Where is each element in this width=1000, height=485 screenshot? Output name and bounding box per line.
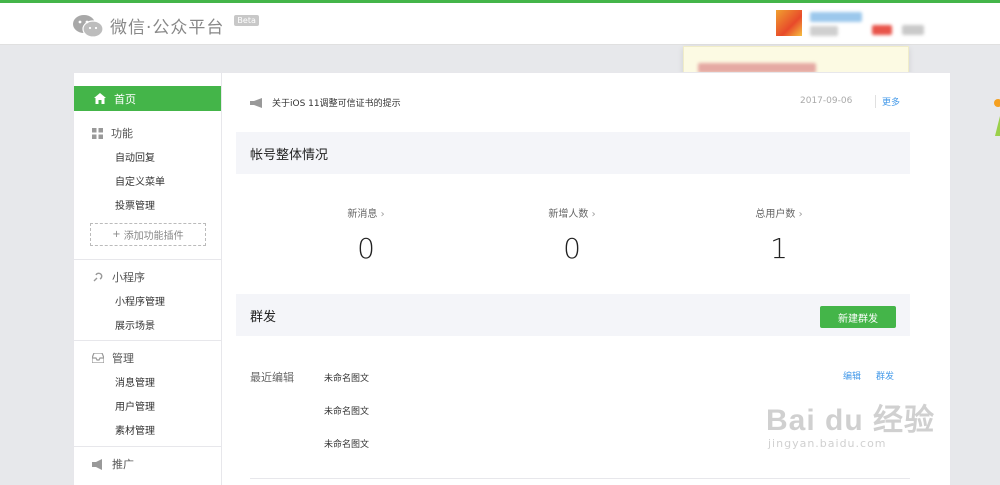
grid-icon: [92, 127, 103, 139]
account-avatar[interactable]: [776, 10, 802, 36]
mass-send-title: 群发: [250, 309, 277, 325]
inbox-icon: [92, 353, 104, 363]
stat-label: 总用户数 ›: [755, 209, 803, 220]
stat-total-users[interactable]: 总用户数 › 1: [719, 205, 839, 265]
sidebar-item-messages[interactable]: 消息管理: [115, 374, 155, 389]
sidebar-item-vote[interactable]: 投票管理: [115, 197, 155, 212]
notice-more-link[interactable]: 更多: [875, 95, 900, 108]
sidebar-item-home[interactable]: 首页: [74, 86, 221, 111]
sidebar-item-custom-menu[interactable]: 自定义菜单: [115, 173, 165, 188]
logo-text: 微信·公众平台: [110, 18, 225, 38]
section-title: 推广: [112, 458, 134, 471]
stat-value: 0: [357, 232, 375, 265]
baidu-jingyan-watermark: Bai du 经验 jingyan.baidu.com: [766, 395, 935, 450]
floating-widget[interactable]: [993, 98, 1000, 138]
new-mass-send-button[interactable]: 新建群发: [820, 306, 896, 328]
sidebar-item-label: 首页: [114, 92, 136, 106]
section-title: 功能: [111, 127, 133, 140]
megaphone-icon: [92, 458, 102, 470]
sidebar-section-miniprogram: 小程序: [92, 269, 145, 285]
top-header: 微信·公众平台 Beta: [0, 3, 1000, 45]
wechat-logo-icon: [72, 14, 104, 38]
add-plugin-button[interactable]: + 添加功能插件: [90, 223, 206, 246]
draft-item[interactable]: 未命名图文: [324, 371, 369, 384]
stat-label: 新消息 ›: [347, 209, 385, 220]
mass-send-header: 群发: [236, 294, 910, 336]
account-name-blurred[interactable]: [810, 12, 862, 22]
stat-value: 0: [563, 232, 581, 265]
divider: [74, 340, 221, 341]
chevron-right-icon: ›: [591, 209, 596, 220]
sidebar-item-miniprogram-manage[interactable]: 小程序管理: [115, 293, 165, 308]
recent-edit-label: 最近编辑: [250, 371, 294, 384]
beta-badge: Beta: [234, 15, 259, 26]
logout-blurred[interactable]: [902, 25, 924, 35]
sidebar-section-manage: 管理: [92, 350, 134, 366]
draft-item[interactable]: 未命名图文: [324, 404, 369, 417]
section-title: 小程序: [112, 271, 145, 284]
sidebar: 首页 功能 自动回复 自定义菜单 投票管理 + 添加功能插件 小程序 小程序管理…: [73, 72, 222, 485]
stat-new-followers[interactable]: 新增人数 › 0: [512, 205, 632, 265]
stat-label: 新增人数 ›: [548, 209, 596, 220]
divider: [74, 259, 221, 260]
wechat-mp-logo[interactable]: 微信·公众平台 Beta: [72, 13, 259, 38]
notice-link[interactable]: 关于iOS 11调整可信证书的提示: [272, 96, 401, 109]
sidebar-section-promotion: 推广: [92, 456, 134, 472]
sidebar-item-users[interactable]: 用户管理: [115, 398, 155, 413]
edit-link[interactable]: 编辑: [843, 369, 861, 382]
sidebar-item-auto-reply[interactable]: 自动回复: [115, 149, 155, 164]
notice-date: 2017-09-06: [800, 96, 853, 106]
sidebar-section-features: 功能: [92, 125, 133, 141]
chevron-right-icon: ›: [380, 209, 385, 220]
sidebar-item-showcase[interactable]: 展示场景: [115, 317, 155, 332]
stat-new-messages[interactable]: 新消息 › 0: [306, 205, 426, 265]
sidebar-item-materials[interactable]: 素材管理: [115, 422, 155, 437]
account-overview-header: 帐号整体情况: [236, 132, 910, 174]
divider: [74, 446, 221, 447]
account-meta-blurred: [810, 26, 838, 36]
plus-icon: +: [112, 229, 121, 240]
link-icon: [93, 272, 103, 282]
speaker-icon: [250, 97, 262, 108]
chevron-right-icon: ›: [798, 209, 803, 220]
home-icon: [94, 93, 106, 104]
draft-item[interactable]: 未命名图文: [324, 437, 369, 450]
divider: [250, 478, 910, 479]
send-link[interactable]: 群发: [876, 369, 894, 382]
watermark-main: Bai du 经验: [766, 404, 936, 437]
add-plugin-label: 添加功能插件: [123, 231, 184, 242]
account-overview-title: 帐号整体情况: [250, 147, 329, 163]
stat-value: 1: [770, 232, 788, 265]
notification-blurred[interactable]: [872, 25, 892, 35]
notice-bar: 关于iOS 11调整可信证书的提示: [250, 96, 401, 109]
section-title: 管理: [112, 352, 134, 365]
